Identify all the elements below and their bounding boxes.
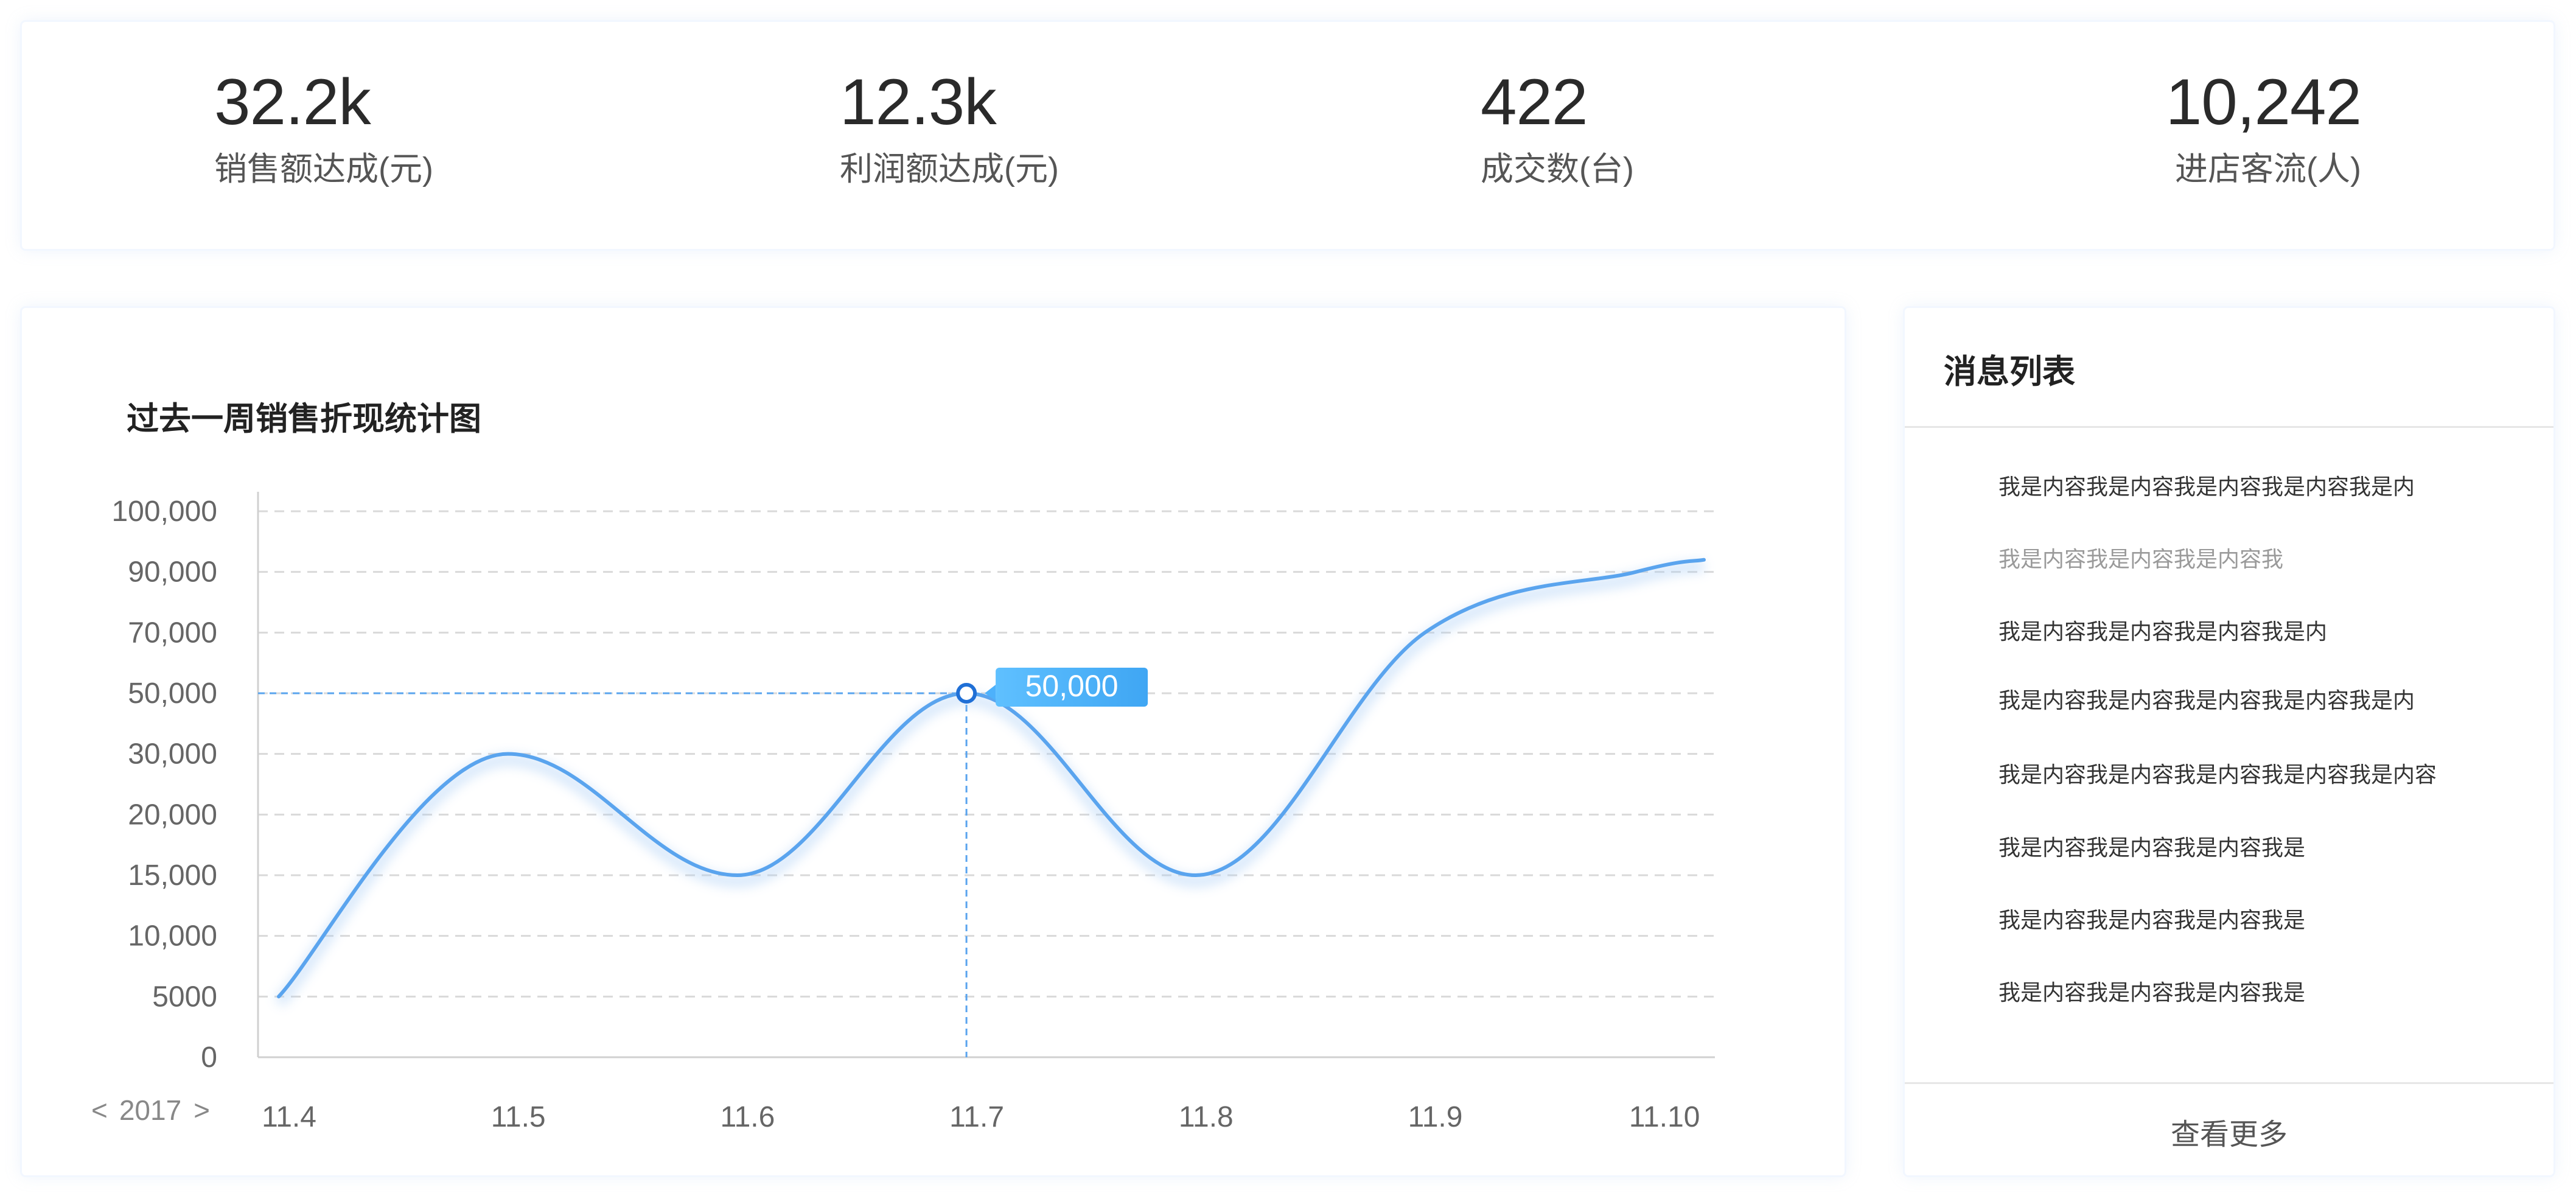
kpi-traffic-label: 进店客流(人) — [2175, 151, 2361, 187]
year-selector[interactable]: < 2017 > — [91, 1094, 210, 1126]
data-point[interactable] — [1652, 570, 1656, 575]
message-item[interactable]: 我是内容我是内容我是内容我是内容我是内 — [1998, 690, 2415, 712]
data-point[interactable] — [1193, 873, 1198, 878]
message-list-title: 消息列表 — [1944, 354, 2075, 390]
data-point[interactable] — [276, 994, 281, 999]
series-line-shadow — [274, 559, 1705, 1007]
kpi-traffic: 10,242 进店客流(人) — [2165, 65, 2362, 190]
x-tick-label: 11.5 — [491, 1101, 546, 1133]
message-header-divider — [1905, 426, 2553, 428]
x-tick-label: 11.4 — [262, 1101, 316, 1133]
message-item[interactable]: 我是内容我是内容我是内容我是 — [1998, 837, 2305, 859]
data-point[interactable] — [506, 752, 511, 757]
highlight-point-marker[interactable] — [956, 683, 977, 704]
y-tick-label: 5000 — [152, 981, 217, 1013]
y-tick-label: 100,000 — [111, 495, 217, 528]
y-tick-label: 15,000 — [128, 859, 217, 892]
sales-line-chart: 0 5000 10,000 15,000 20,000 30,000 50,000 70,00… — [91, 492, 1715, 1133]
y-tick-label: 10,000 — [128, 920, 217, 953]
message-item[interactable]: 我是内容我是内容我是内容我是内容我是内 — [1998, 476, 2415, 498]
x-tick-label: 11.7 — [949, 1101, 1004, 1133]
year-prev-button[interactable]: < — [91, 1094, 108, 1126]
x-tick-label: 11.10 — [1629, 1101, 1700, 1133]
series-line — [277, 558, 1706, 999]
y-tick-label: 70,000 — [128, 617, 217, 649]
y-tick-label: 90,000 — [128, 556, 217, 589]
view-more-link[interactable]: 查看更多 — [1905, 1110, 2553, 1153]
point-layer — [276, 570, 1656, 999]
x-tick-label: 11.9 — [1408, 1101, 1463, 1133]
kpi-traffic-value: 10,242 — [2165, 65, 2362, 138]
year-next-button[interactable]: > — [194, 1094, 210, 1126]
message-item[interactable]: 我是内容我是内容我是内容我是内 — [1998, 621, 2327, 643]
year-label: 2017 — [119, 1094, 181, 1126]
data-point[interactable] — [1423, 630, 1428, 635]
y-tick-label: 30,000 — [128, 738, 217, 771]
y-tick-label: 0 — [201, 1041, 217, 1074]
message-item[interactable]: 我是内容我是内容我是内容我 — [1998, 548, 2283, 570]
x-axis-ticks: 11.4 11.5 11.6 11.7 11.8 11.9 11.10 — [262, 1101, 1700, 1133]
y-tick-label: 20,000 — [128, 799, 217, 831]
message-item[interactable]: 我是内容我是内容我是内容我是 — [1998, 909, 2305, 931]
message-footer-divider — [1905, 1082, 2553, 1084]
message-list-card: 消息列表 我是内容我是内容我是内容我是内容我是内 我是内容我是内容我是内容我 我是内… — [1905, 308, 2553, 1175]
message-item[interactable]: 我是内容我是内容我是内容我是 — [1998, 982, 2305, 1004]
y-axis-ticks: 0 5000 10,000 15,000 20,000 30,000 50,000 70,00… — [111, 495, 217, 1074]
data-point[interactable] — [735, 873, 739, 878]
message-item[interactable]: 我是内容我是内容我是内容我是内容我是内容 — [1998, 764, 2437, 786]
grid-lines — [258, 510, 1715, 998]
chart-tooltip: 50,000 — [985, 668, 1148, 707]
x-tick-label: 11.6 — [720, 1101, 775, 1133]
tooltip-value: 50,000 — [1025, 669, 1119, 703]
x-tick-label: 11.8 — [1179, 1101, 1234, 1133]
y-tick-label: 50,000 — [128, 677, 217, 710]
